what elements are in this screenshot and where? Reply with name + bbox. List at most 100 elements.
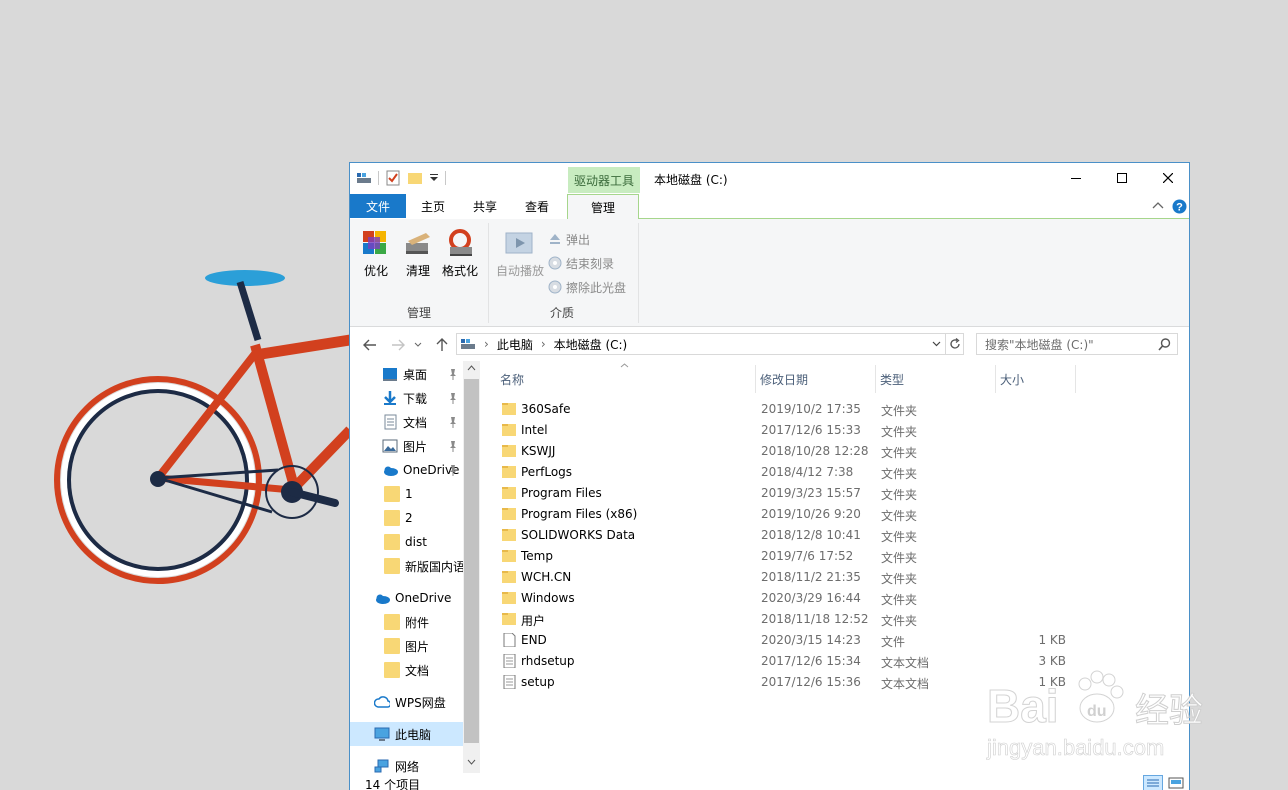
- properties-icon[interactable]: [385, 170, 401, 186]
- watermark-bai-text: Bai: [987, 680, 1059, 732]
- nav-scrollbar[interactable]: [463, 361, 480, 773]
- optimize-button[interactable]: 优化: [356, 227, 396, 279]
- nav-item-onedrive-quick[interactable]: OneDrive: [350, 458, 463, 482]
- column-header-type[interactable]: 类型: [876, 365, 996, 393]
- search-input[interactable]: 搜索"本地磁盘 (C:)": [976, 333, 1178, 355]
- nav-item-folder-1[interactable]: 1: [350, 482, 463, 506]
- watermark-jingyan-text: 经验: [1135, 691, 1203, 731]
- file-row[interactable]: Program Files (x86) 2019/10/26 9:20 文件夹: [496, 504, 1176, 525]
- file-row[interactable]: END 2020/3/15 14:23 文件 1 KB: [496, 630, 1176, 651]
- details-view-icon[interactable]: [1143, 775, 1163, 790]
- address-bar[interactable]: › 此电脑 › 本地磁盘 (C:): [456, 333, 946, 355]
- nav-item-downloads[interactable]: 下载: [350, 386, 463, 410]
- address-dropdown-icon[interactable]: [932, 341, 941, 347]
- nav-label: 新版国内语: [405, 559, 463, 574]
- file-row[interactable]: 用户 2018/11/18 12:52 文件夹: [496, 609, 1176, 630]
- nav-item-documents[interactable]: 文档: [350, 410, 463, 434]
- file-row[interactable]: Intel 2017/12/6 15:33 文件夹: [496, 420, 1176, 441]
- column-header-size[interactable]: 大小: [996, 365, 1076, 393]
- pin-icon[interactable]: [448, 416, 458, 428]
- file-row[interactable]: Windows 2020/3/29 16:44 文件夹: [496, 588, 1176, 609]
- scroll-down-icon[interactable]: [467, 759, 476, 765]
- refresh-button[interactable]: [946, 333, 964, 355]
- new-folder-icon[interactable]: [407, 171, 423, 185]
- pictures-icon: [382, 439, 398, 453]
- file-row[interactable]: KSWJJ 2018/10/28 12:28 文件夹: [496, 441, 1176, 462]
- customize-toolbar-icon[interactable]: [429, 173, 439, 183]
- scrollbar-thumb[interactable]: [464, 379, 479, 743]
- nav-item-this-pc[interactable]: 此电脑: [350, 722, 463, 746]
- folder-icon: [384, 558, 400, 574]
- file-name: 360Safe: [521, 402, 571, 416]
- nav-item-onedrive[interactable]: OneDrive: [350, 586, 463, 610]
- tab-home[interactable]: 主页: [408, 194, 458, 218]
- up-button[interactable]: [432, 335, 452, 355]
- pin-icon[interactable]: [448, 440, 458, 452]
- column-header-date[interactable]: 修改日期: [756, 365, 876, 393]
- pin-icon[interactable]: [448, 368, 458, 380]
- drive-icon: [461, 339, 475, 349]
- back-button[interactable]: [360, 335, 380, 355]
- cloud-icon: [376, 594, 390, 604]
- pin-icon[interactable]: [448, 464, 458, 476]
- file-row[interactable]: 360Safe 2019/10/2 17:35 文件夹: [496, 399, 1176, 420]
- format-button[interactable]: 格式化: [440, 227, 480, 279]
- tab-file[interactable]: 文件: [350, 194, 406, 218]
- file-date: 2018/10/28 12:28: [761, 444, 869, 458]
- help-icon[interactable]: ?: [1172, 199, 1187, 214]
- nav-item-wps[interactable]: WPS网盘: [350, 690, 463, 714]
- nav-item-od-pictures[interactable]: 图片: [350, 634, 463, 658]
- nav-item-folder-dist[interactable]: dist: [350, 530, 463, 554]
- search-placeholder: 搜索"本地磁盘 (C:)": [985, 337, 1094, 352]
- media-group-label: 介质: [550, 306, 575, 320]
- file-row[interactable]: Program Files 2019/3/23 15:57 文件夹: [496, 483, 1176, 504]
- tab-view[interactable]: 查看: [512, 194, 562, 218]
- folder-icon: [384, 486, 400, 502]
- folder-icon: [384, 534, 400, 550]
- watermark-url-text: jingyan.baidu.com: [986, 735, 1164, 760]
- autoplay-button[interactable]: 自动播放: [496, 227, 544, 279]
- column-header-name[interactable]: 名称: [496, 365, 756, 393]
- scroll-up-icon[interactable]: [467, 365, 476, 371]
- tab-manage[interactable]: 管理: [567, 194, 639, 220]
- nav-item-attachments[interactable]: 附件: [350, 610, 463, 634]
- file-type: 文本文档: [881, 656, 930, 670]
- breadcrumb-this-pc[interactable]: 此电脑: [497, 336, 533, 353]
- pin-icon[interactable]: [448, 392, 458, 404]
- nav-item-desktop[interactable]: 桌面: [350, 362, 463, 386]
- drive-icon[interactable]: [356, 171, 372, 185]
- nav-label: 文档: [405, 663, 430, 678]
- breadcrumb-local-disk[interactable]: 本地磁盘 (C:): [554, 336, 628, 353]
- close-button[interactable]: [1145, 163, 1189, 193]
- minimize-button[interactable]: [1053, 163, 1099, 193]
- maximize-button[interactable]: [1099, 163, 1145, 193]
- erase-disc-button[interactable]: 擦除此光盘: [548, 277, 626, 297]
- file-type: 文本文档: [881, 677, 930, 691]
- finish-burn-button[interactable]: 结束刻录: [548, 253, 614, 273]
- forward-button[interactable]: [388, 335, 408, 355]
- large-icons-view-icon[interactable]: [1167, 775, 1185, 790]
- baidu-watermark-logo: Bai du 经验 jingyan.baidu.com: [986, 670, 1204, 760]
- cleanup-button[interactable]: 清理: [398, 227, 438, 279]
- chevron-down-icon: [414, 342, 422, 347]
- bicycle-illustration: [54, 270, 354, 584]
- tab-share[interactable]: 共享: [460, 194, 510, 218]
- recent-locations-button[interactable]: [412, 335, 424, 355]
- cleanup-icon: [406, 233, 430, 254]
- collapse-ribbon-icon[interactable]: [1152, 201, 1164, 211]
- nav-item-folder-new-version[interactable]: 新版国内语: [350, 554, 463, 578]
- eject-button[interactable]: 弹出: [548, 229, 590, 249]
- file-row[interactable]: Temp 2019/7/6 17:52 文件夹: [496, 546, 1176, 567]
- file-type: 文件夹: [881, 551, 918, 565]
- file-type: 文件夹: [881, 614, 918, 628]
- file-date: 2018/11/2 21:35: [761, 570, 861, 584]
- file-row[interactable]: SOLIDWORKS Data 2018/12/8 10:41 文件夹: [496, 525, 1176, 546]
- file-row[interactable]: PerfLogs 2018/4/12 7:38 文件夹: [496, 462, 1176, 483]
- nav-item-od-documents[interactable]: 文档: [350, 658, 463, 682]
- nav-label: 2: [405, 511, 413, 525]
- nav-item-folder-2[interactable]: 2: [350, 506, 463, 530]
- nav-item-pictures[interactable]: 图片: [350, 434, 463, 458]
- file-name: setup: [521, 675, 555, 689]
- file-row[interactable]: WCH.CN 2018/11/2 21:35 文件夹: [496, 567, 1176, 588]
- file-type: 文件夹: [881, 404, 918, 418]
